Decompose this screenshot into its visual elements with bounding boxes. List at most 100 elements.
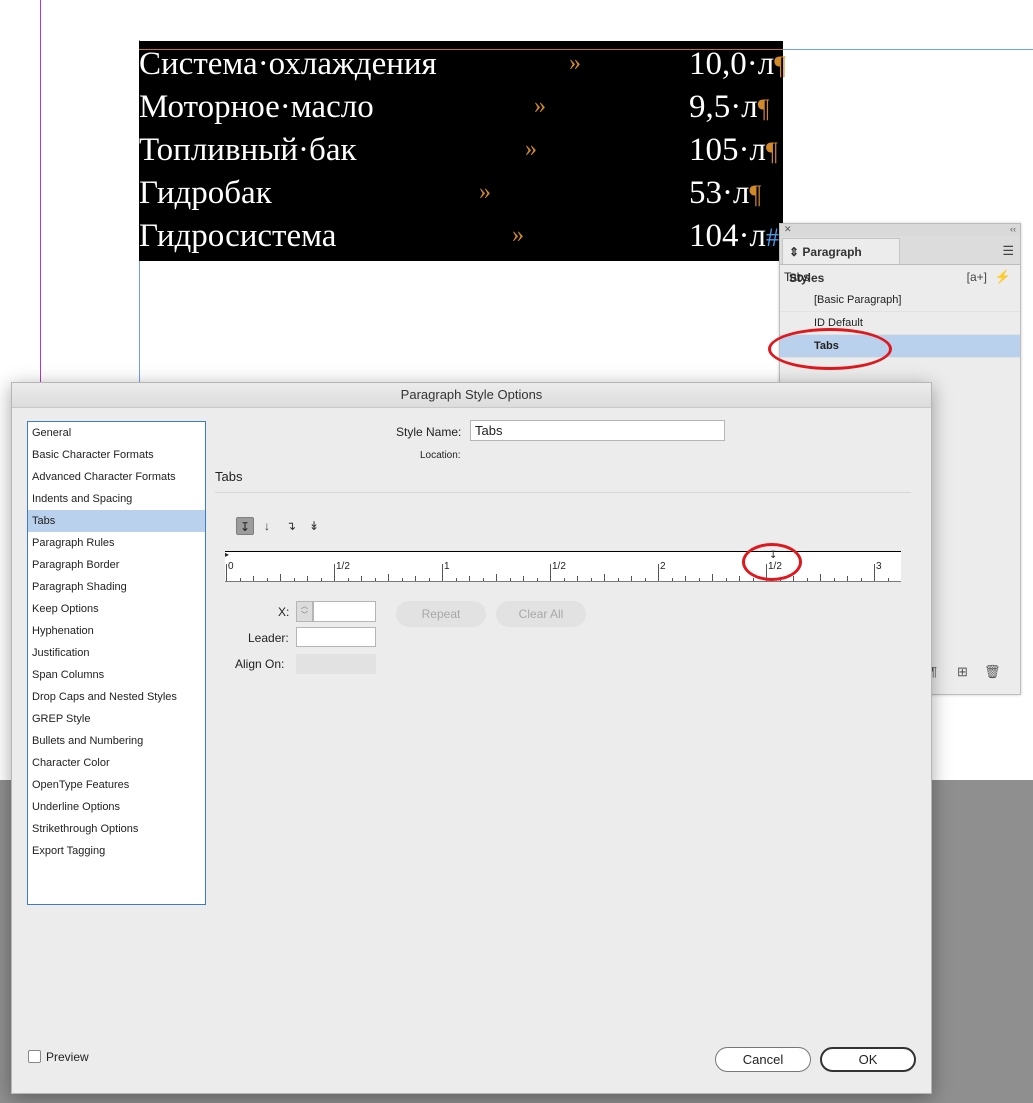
new-style-from-selection-icon[interactable]: [a+] — [967, 265, 987, 289]
cancel-button[interactable]: Cancel — [715, 1047, 811, 1072]
repeat-button[interactable]: Repeat — [396, 601, 486, 627]
category-span-columns[interactable]: Span Columns — [28, 664, 205, 686]
text-frame[interactable]: Система·охлаждения » 10,0·л¶ Моторное·ма… — [139, 41, 786, 261]
ruler-tick — [806, 578, 808, 581]
tab-paragraph-styles[interactable]: ⇕ Paragraph Styles — [782, 238, 900, 285]
text-line[interactable]: Гидросистема » 104·л# — [139, 215, 783, 258]
ruler-tick — [293, 578, 295, 581]
line-value: 10,0·л — [689, 46, 775, 82]
line-value: 9,5·л — [689, 89, 758, 125]
category-export-tagging[interactable]: Export Tagging — [28, 840, 205, 862]
category-grep-style[interactable]: GREP Style — [28, 708, 205, 730]
ruler-tick — [644, 578, 646, 581]
ruler-tick — [280, 574, 281, 581]
x-position-input[interactable] — [313, 601, 376, 622]
lightning-icon[interactable]: ⚡ — [995, 265, 1011, 289]
line-value: 105·л — [689, 132, 766, 168]
ruler-tick — [590, 578, 592, 581]
options-category-list: General Basic Character Formats Advanced… — [27, 421, 206, 905]
ruler-tick — [320, 578, 322, 581]
ok-button[interactable]: OK — [820, 1047, 916, 1072]
ruler-label: 3 — [876, 561, 882, 572]
ruler-label: 1/2 — [336, 561, 350, 572]
left-justified-tab-icon[interactable]: ↧ — [236, 517, 254, 535]
close-icon[interactable]: ✕ — [784, 224, 792, 235]
category-character-color[interactable]: Character Color — [28, 752, 205, 774]
category-underline-options[interactable]: Underline Options — [28, 796, 205, 818]
ruler-tick — [752, 578, 754, 581]
trash-icon[interactable]: 🗑 — [984, 664, 1001, 680]
ruler-tick — [685, 576, 686, 581]
line-value: 53·л — [689, 175, 750, 211]
ruler-tick — [604, 574, 605, 581]
text-line[interactable]: Топливный·бак » 105·л¶ — [139, 129, 783, 172]
ruler-tick — [388, 574, 389, 581]
align-to-decimal-tab-icon[interactable]: ↡ — [305, 517, 323, 535]
current-style-name: Tabs — [784, 270, 810, 284]
tab-mark: » — [525, 136, 537, 162]
indent-marker-icon[interactable]: ▸ — [225, 550, 229, 559]
category-opentype-features[interactable]: OpenType Features — [28, 774, 205, 796]
collapse-icon[interactable]: ‹‹ — [1010, 224, 1016, 234]
ruler-tick — [887, 578, 889, 581]
location-label: Location: — [420, 450, 461, 461]
tab-mark: » — [534, 93, 546, 119]
line-label: Гидросистема — [139, 218, 337, 254]
ruler-tick — [347, 578, 349, 581]
ruler-tick — [631, 576, 632, 581]
category-paragraph-rules[interactable]: Paragraph Rules — [28, 532, 205, 554]
ruler-tick — [536, 578, 538, 581]
ruler-tick — [874, 564, 875, 581]
ruler-tick — [428, 578, 430, 581]
category-hyphenation[interactable]: Hyphenation — [28, 620, 205, 642]
center-justified-tab-icon[interactable]: ↓ — [258, 517, 276, 535]
preview-checkbox[interactable] — [28, 1050, 41, 1063]
ruler-tick — [401, 578, 403, 581]
category-indents-and-spacing[interactable]: Indents and Spacing — [28, 488, 205, 510]
frame-top-edge — [139, 49, 783, 50]
category-drop-caps-nested-styles[interactable]: Drop Caps and Nested Styles — [28, 686, 205, 708]
ruler-label: 2 — [660, 561, 666, 572]
line-value-wrap: 105·л¶ — [689, 129, 778, 173]
category-tabs[interactable]: Tabs — [28, 510, 205, 532]
annotation-circle-tab-stop — [742, 543, 802, 581]
ruler-tick — [415, 576, 416, 581]
category-general[interactable]: General — [28, 422, 205, 444]
category-justification[interactable]: Justification — [28, 642, 205, 664]
ruler-tick — [496, 574, 497, 581]
new-style-icon[interactable]: ⊞ — [957, 664, 968, 680]
ruler-tick — [550, 564, 551, 581]
leader-input[interactable] — [296, 627, 376, 647]
ruler-tick — [482, 578, 484, 581]
baseline-guide — [783, 49, 1033, 50]
category-keep-options[interactable]: Keep Options — [28, 598, 205, 620]
panel-titlebar: ✕ ‹‹ — [780, 224, 1020, 236]
ruler-tick — [239, 578, 241, 581]
category-basic-character-formats[interactable]: Basic Character Formats — [28, 444, 205, 466]
style-item-basic-paragraph[interactable]: [Basic Paragraph] — [780, 289, 1020, 312]
style-name-label: Style Name: — [396, 425, 462, 439]
paragraph-style-options-dialog: Paragraph Style Options General Basic Ch… — [11, 382, 932, 1094]
dialog-title: Paragraph Style Options — [12, 383, 931, 408]
clear-all-button[interactable]: Clear All — [496, 601, 586, 627]
align-on-input — [296, 654, 376, 674]
right-justified-tab-icon[interactable]: ↴ — [282, 517, 300, 535]
category-paragraph-shading[interactable]: Paragraph Shading — [28, 576, 205, 598]
annotation-circle-tabs-style — [768, 328, 892, 370]
style-name-input[interactable] — [470, 420, 725, 441]
ruler-tick — [374, 578, 376, 581]
line-label: Моторное·масло — [139, 89, 374, 125]
x-stepper-icon[interactable]: ︿ ﹀ — [296, 601, 313, 622]
category-paragraph-border[interactable]: Paragraph Border — [28, 554, 205, 576]
category-advanced-character-formats[interactable]: Advanced Character Formats — [28, 466, 205, 488]
panel-menu-icon[interactable]: ☰ — [1002, 243, 1014, 259]
category-strikethrough-options[interactable]: Strikethrough Options — [28, 818, 205, 840]
text-line[interactable]: Моторное·масло » 9,5·л¶ — [139, 86, 783, 129]
category-bullets-and-numbering[interactable]: Bullets and Numbering — [28, 730, 205, 752]
ruler-tick — [860, 578, 862, 581]
x-label: X: — [278, 605, 290, 619]
text-line[interactable]: Гидробак » 53·л¶ — [139, 172, 783, 215]
tab-mark: » — [479, 179, 491, 205]
ruler-tick — [847, 576, 848, 581]
ruler-tick — [455, 578, 457, 581]
